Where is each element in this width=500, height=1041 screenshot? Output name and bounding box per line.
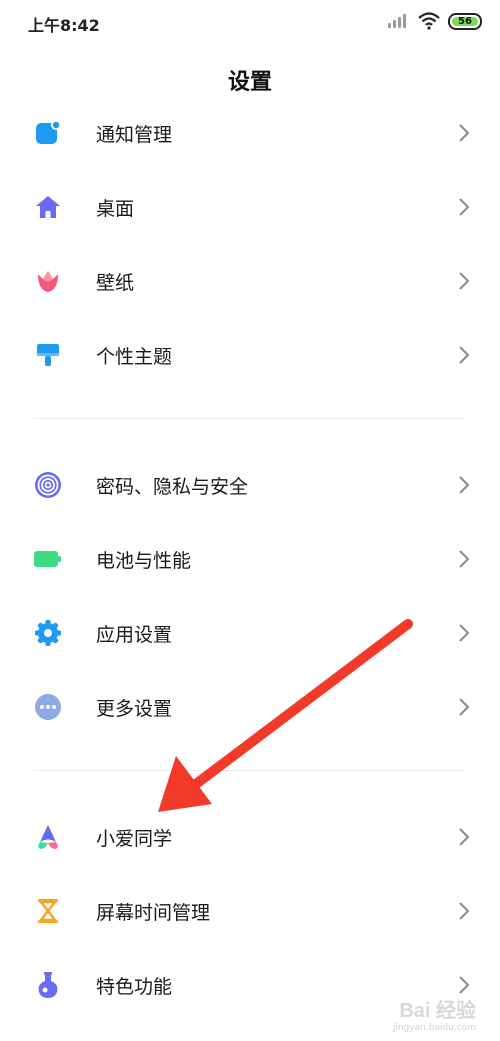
chevron-right-icon — [459, 698, 470, 716]
settings-item-notifications[interactable]: 通知管理 — [0, 96, 500, 170]
brush-icon — [34, 341, 62, 369]
settings-item-apps[interactable]: 应用设置 — [0, 596, 500, 670]
settings-item-label: 更多设置 — [96, 697, 173, 720]
page-title: 设置 — [227, 70, 272, 95]
settings-item-label: 屏幕时间管理 — [96, 901, 211, 924]
chevron-right-icon — [459, 902, 470, 920]
settings-item-more[interactable]: 更多设置 — [0, 670, 500, 744]
gear-icon — [34, 619, 62, 647]
xiaoai-icon — [34, 823, 62, 851]
section-divider — [34, 418, 466, 419]
chevron-right-icon — [459, 624, 470, 642]
settings-item-battery[interactable]: 电池与性能 — [0, 522, 500, 596]
more-icon — [34, 693, 62, 721]
status-time: 上午8:42 — [28, 16, 100, 35]
chevron-right-icon — [459, 828, 470, 846]
section-divider — [34, 770, 466, 771]
settings-item-label: 桌面 — [96, 197, 135, 220]
chevron-right-icon — [459, 346, 470, 364]
status-bar: 上午8:42 56 — [0, 0, 500, 44]
settings-item-xiaoai[interactable]: 小爱同学 — [0, 800, 500, 874]
settings-item-screen-time[interactable]: 屏幕时间管理 — [0, 874, 500, 948]
flask-icon — [34, 971, 62, 999]
settings-item-label: 应用设置 — [96, 623, 173, 646]
battery-level: 56 — [458, 15, 472, 27]
fingerprint-icon — [34, 471, 62, 499]
settings-item-label: 小爱同学 — [96, 827, 173, 850]
chevron-right-icon — [459, 976, 470, 994]
settings-item-label: 通知管理 — [96, 123, 173, 146]
watermark-main: Bai 经验 — [399, 1000, 476, 1022]
settings-item-privacy[interactable]: 密码、隐私与安全 — [0, 448, 500, 522]
battery-indicator: 56 — [448, 12, 482, 30]
chevron-right-icon — [459, 272, 470, 290]
chevron-right-icon — [459, 124, 470, 142]
tulip-icon — [34, 267, 62, 295]
battery-icon — [34, 545, 62, 573]
watermark-logo: Bai 经验 jingyan.baidu.com — [366, 994, 476, 1033]
signal-icon — [388, 13, 410, 29]
wifi-icon — [418, 12, 440, 30]
settings-item-label: 电池与性能 — [96, 549, 192, 572]
watermark-sub: jingyan.baidu.com — [392, 1023, 476, 1033]
chevron-right-icon — [459, 476, 470, 494]
settings-item-label: 个性主题 — [96, 345, 173, 368]
settings-item-wallpaper[interactable]: 壁纸 — [0, 244, 500, 318]
chevron-right-icon — [459, 198, 470, 216]
hourglass-icon — [34, 897, 62, 925]
notification-icon — [34, 119, 62, 147]
settings-item-themes[interactable]: 个性主题 — [0, 318, 500, 392]
settings-item-desktop[interactable]: 桌面 — [0, 170, 500, 244]
home-icon — [34, 193, 62, 221]
settings-item-label: 壁纸 — [96, 271, 135, 294]
status-icons: 56 — [388, 12, 482, 30]
chevron-right-icon — [459, 550, 470, 568]
settings-item-label: 特色功能 — [96, 975, 173, 998]
settings-item-label: 密码、隐私与安全 — [96, 475, 249, 498]
